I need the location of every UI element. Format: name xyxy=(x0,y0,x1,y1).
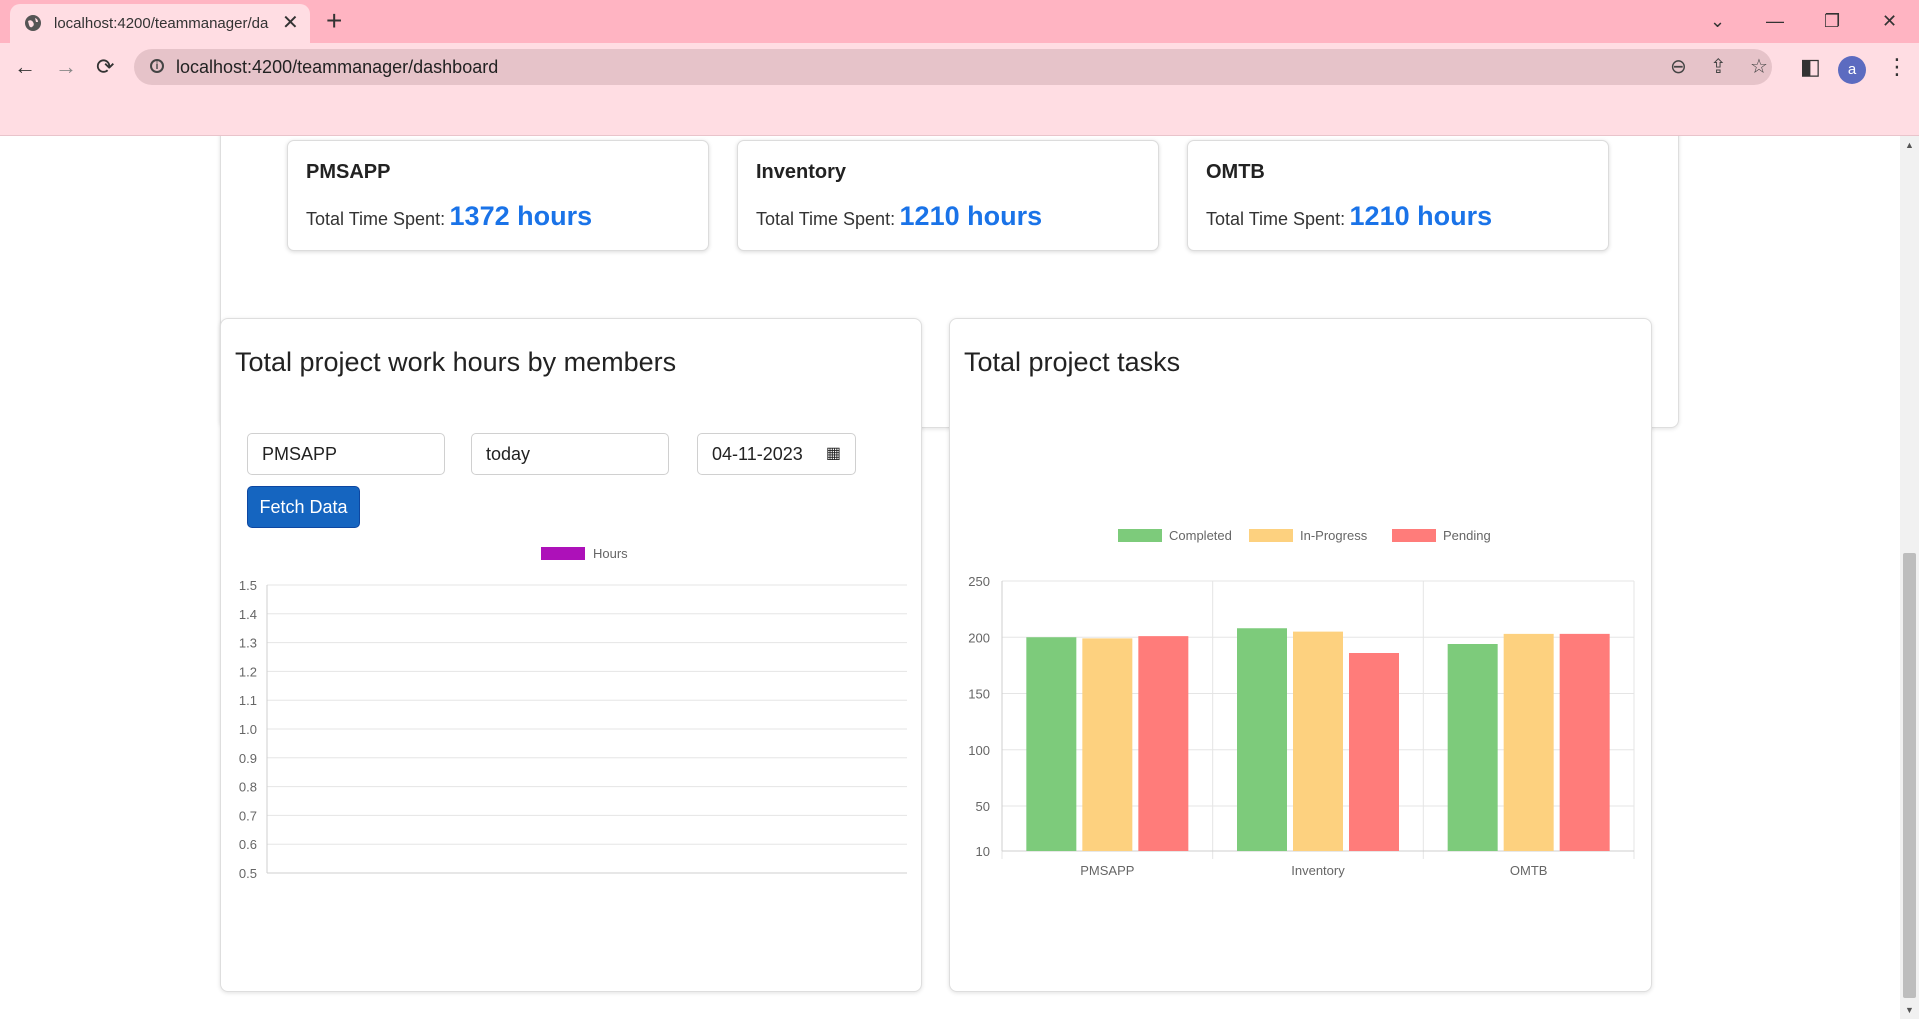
bar-pmsapp-in-progress xyxy=(1082,638,1133,851)
reload-icon[interactable]: ⟳ xyxy=(96,55,114,79)
globe-icon xyxy=(25,15,41,31)
date-value: 04-11-2023 xyxy=(712,444,803,464)
time-label: Total Time Spent: xyxy=(756,209,896,229)
y-tick-label: 1.0 xyxy=(239,722,257,737)
site-info-icon[interactable]: i xyxy=(150,59,164,73)
y-tick-label: 10 xyxy=(976,844,990,859)
project-card-pmsapp: PMSAPP Total Time Spent: 1372 hours xyxy=(287,140,709,251)
browser-tab[interactable]: localhost:4200/teammanager/da ✕ xyxy=(10,4,310,43)
y-tick-label: 1.3 xyxy=(239,636,257,651)
scroll-down-icon[interactable]: ▼ xyxy=(1905,1005,1914,1015)
time-label: Total Time Spent: xyxy=(306,209,446,229)
address-bar[interactable]: i localhost:4200/teammanager/dashboard ⊖… xyxy=(134,49,1772,85)
minimize-icon[interactable]: — xyxy=(1766,6,1784,36)
hours-line-chart: Hours 1.5 1.4 1.3 1.2 1.1 1.0 0.9 0.8 0.7 0.6 0.5 xyxy=(239,546,907,881)
y-tick-label: 200 xyxy=(968,630,990,645)
x-tick-label: Inventory xyxy=(1291,863,1345,878)
bar-inventory-completed xyxy=(1237,628,1287,851)
y-tick-label: 100 xyxy=(968,743,990,758)
browser-menu-icon[interactable]: ⋮ xyxy=(1886,55,1908,79)
bar-inventory-pending xyxy=(1349,653,1399,851)
tab-title: localhost:4200/teammanager/da xyxy=(54,15,269,32)
work-hours-panel: Total project work hours by members PMSA… xyxy=(220,318,922,992)
browser-tab-bar: localhost:4200/teammanager/da ✕ + ⌄ — ❐ … xyxy=(0,0,1919,43)
tab-close-icon[interactable]: ✕ xyxy=(282,11,299,35)
page-viewport: PMSAPP Total Time Spent: 1372 hours Inve… xyxy=(0,136,1900,1019)
bar-pmsapp-pending xyxy=(1138,636,1189,851)
project-tasks-title: Total project tasks xyxy=(964,347,1181,377)
time-value: 1210 hours xyxy=(1349,201,1493,231)
y-tick-label: 0.6 xyxy=(239,837,257,852)
x-tick-label: PMSAPP xyxy=(1080,863,1134,878)
y-tick-label: 0.8 xyxy=(239,780,257,795)
share-icon[interactable]: ⇪ xyxy=(1710,55,1727,79)
y-tick-label: 150 xyxy=(968,687,990,702)
tasks-bar-chart: Completed In-Progress Pending 250 200 150 100 5… xyxy=(968,528,1635,878)
bar-omtb-pending xyxy=(1559,633,1610,851)
url-text[interactable]: localhost:4200/teammanager/dashboard xyxy=(176,57,498,78)
browser-toolbar: ← → ⟳ i localhost:4200/teammanager/dashb… xyxy=(0,43,1919,136)
legend-label-in-progress: In-Progress xyxy=(1300,528,1368,543)
project-name: Inventory xyxy=(756,161,847,183)
scroll-thumb[interactable] xyxy=(1903,553,1916,998)
project-time: Total Time Spent: 1210 hours xyxy=(1206,201,1492,232)
legend-swatch-hours xyxy=(541,547,585,560)
project-time: Total Time Spent: 1372 hours xyxy=(306,201,592,232)
bar-omtb-in-progress xyxy=(1503,633,1554,851)
project-tasks-panel: Total project tasks Completed In-Progress… xyxy=(949,318,1652,992)
project-name: PMSAPP xyxy=(306,161,391,183)
tab-search-icon[interactable]: ⌄ xyxy=(1710,6,1725,36)
y-tick-label: 0.7 xyxy=(239,808,257,823)
bar-omtb-completed xyxy=(1447,644,1498,851)
legend-label-hours: Hours xyxy=(593,546,628,561)
new-tab-icon[interactable]: + xyxy=(326,6,342,36)
project-card-inventory: Inventory Total Time Spent: 1210 hours xyxy=(737,140,1159,251)
y-tick-label: 0.9 xyxy=(239,751,257,766)
project-time: Total Time Spent: 1210 hours xyxy=(756,201,1042,232)
legend-swatch-completed xyxy=(1118,529,1162,542)
y-tick-label: 0.5 xyxy=(239,866,257,881)
y-tick-label: 1.4 xyxy=(239,607,257,622)
zoom-icon[interactable]: ⊖ xyxy=(1670,55,1687,79)
legend-swatch-in-progress xyxy=(1249,529,1293,542)
y-tick-label: 1.5 xyxy=(239,578,257,593)
back-icon[interactable]: ← xyxy=(14,55,36,79)
time-label: Total Time Spent: xyxy=(1206,209,1346,229)
forward-icon[interactable]: → xyxy=(55,55,77,79)
legend-label-pending: Pending xyxy=(1443,528,1491,543)
legend-swatch-pending xyxy=(1392,529,1436,542)
date-input[interactable]: 04-11-2023 ▦ xyxy=(697,433,856,475)
scroll-up-icon[interactable]: ▲ xyxy=(1905,140,1914,150)
y-tick-label: 1.1 xyxy=(239,693,257,708)
time-value: 1210 hours xyxy=(899,201,1043,231)
project-card-omtb: OMTB Total Time Spent: 1210 hours xyxy=(1187,140,1609,251)
fetch-data-button[interactable]: Fetch Data xyxy=(247,486,360,528)
window-close-icon[interactable]: ✕ xyxy=(1882,6,1897,36)
x-tick-label: OMTB xyxy=(1510,863,1548,878)
project-name: OMTB xyxy=(1206,161,1265,183)
bar-inventory-in-progress xyxy=(1293,631,1343,851)
bar-pmsapp-completed xyxy=(1026,637,1077,851)
time-value: 1372 hours xyxy=(449,201,593,231)
calendar-icon[interactable]: ▦ xyxy=(826,444,841,464)
page-scrollbar[interactable]: ▲ ▼ xyxy=(1900,136,1919,1019)
legend-label-completed: Completed xyxy=(1169,528,1232,543)
bookmark-star-icon[interactable]: ☆ xyxy=(1750,55,1768,79)
profile-avatar[interactable]: a xyxy=(1838,56,1866,84)
period-select[interactable]: today xyxy=(471,433,669,475)
side-panel-icon[interactable]: ◧ xyxy=(1800,55,1821,79)
y-tick-label: 1.2 xyxy=(239,664,257,679)
project-select[interactable]: PMSAPP xyxy=(247,433,445,475)
y-tick-label: 50 xyxy=(976,799,990,814)
restore-icon[interactable]: ❐ xyxy=(1824,6,1840,36)
y-tick-label: 250 xyxy=(968,574,990,589)
work-hours-title: Total project work hours by members xyxy=(235,347,677,377)
